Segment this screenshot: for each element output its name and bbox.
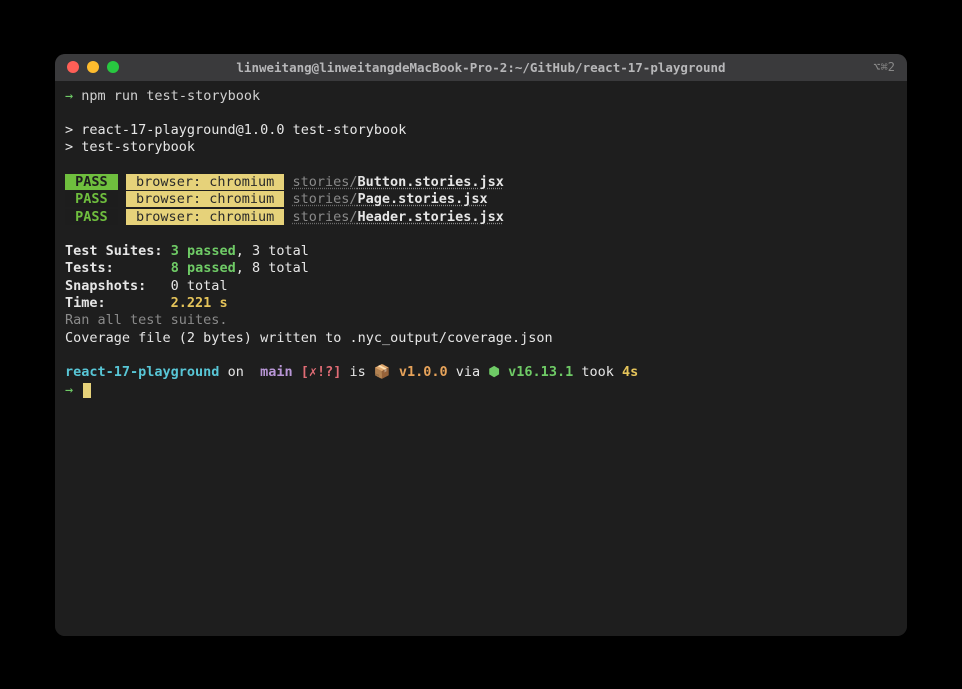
story-dir: stories/ xyxy=(293,209,358,225)
snapshots-value: 0 total xyxy=(171,278,228,294)
package-version: v1.0.0 xyxy=(391,364,448,380)
coverage-line: Coverage file (2 bytes) written to .nyc_… xyxy=(65,330,553,346)
time-value: 2.221 s xyxy=(171,295,228,311)
git-status: [✗!?] xyxy=(301,364,342,380)
pass-badge: PASS xyxy=(65,191,118,207)
prompt-arrow-icon: → xyxy=(65,382,73,398)
story-file: Header.stories.jsx xyxy=(358,209,504,225)
terminal-window: linweitang@linweitangdeMacBook-Pro-2:~/G… xyxy=(55,54,907,636)
terminal-body[interactable]: → npm run test-storybook > react-17-playg… xyxy=(55,81,907,636)
story-file: Page.stories.jsx xyxy=(358,191,488,207)
story-dir: stories/ xyxy=(293,191,358,207)
took-value: 4s xyxy=(622,364,638,380)
title-bar: linweitang@linweitangdeMacBook-Pro-2:~/G… xyxy=(55,54,907,81)
ran-all-suites: Ran all test suites. xyxy=(65,312,228,328)
suites-total: , 3 total xyxy=(236,243,309,259)
npm-script-sub: > test-storybook xyxy=(65,139,195,155)
story-file: Button.stories.jsx xyxy=(358,174,504,190)
pass-badge: PASS xyxy=(65,174,118,190)
traffic-lights xyxy=(55,61,119,73)
time-label: Time: xyxy=(65,295,106,311)
prompt-dir: react-17-playground xyxy=(65,364,219,380)
browser-badge: browser: chromium xyxy=(126,209,284,225)
browser-badge: browser: chromium xyxy=(126,191,284,207)
session-indicator: ⌥⌘2 xyxy=(873,60,907,74)
command-text: npm run test-storybook xyxy=(81,88,260,104)
tests-label: Tests: xyxy=(65,260,114,276)
git-branch: main xyxy=(252,364,301,380)
suites-passed: 3 passed xyxy=(171,243,236,259)
prompt-arrow-icon: → xyxy=(65,88,73,104)
browser-badge: browser: chromium xyxy=(126,174,284,190)
close-icon[interactable] xyxy=(67,61,79,73)
node-version: v16.13.1 xyxy=(500,364,573,380)
package-icon: 📦 xyxy=(374,364,391,380)
suites-label: Test Suites: xyxy=(65,243,163,259)
cursor-icon xyxy=(83,383,91,398)
prompt-is: is xyxy=(341,364,374,380)
prompt-took: took xyxy=(573,364,622,380)
pass-badge: PASS xyxy=(65,209,118,225)
minimize-icon[interactable] xyxy=(87,61,99,73)
node-icon: ⬢ xyxy=(488,364,500,380)
window-title: linweitang@linweitangdeMacBook-Pro-2:~/G… xyxy=(55,60,907,75)
prompt-on: on xyxy=(219,364,252,380)
story-dir: stories/ xyxy=(293,174,358,190)
prompt-via: via xyxy=(448,364,489,380)
tests-passed: 8 passed xyxy=(171,260,236,276)
npm-script-header: > react-17-playground@1.0.0 test-storybo… xyxy=(65,122,406,138)
maximize-icon[interactable] xyxy=(107,61,119,73)
snapshots-label: Snapshots: xyxy=(65,278,146,294)
tests-total: , 8 total xyxy=(236,260,309,276)
